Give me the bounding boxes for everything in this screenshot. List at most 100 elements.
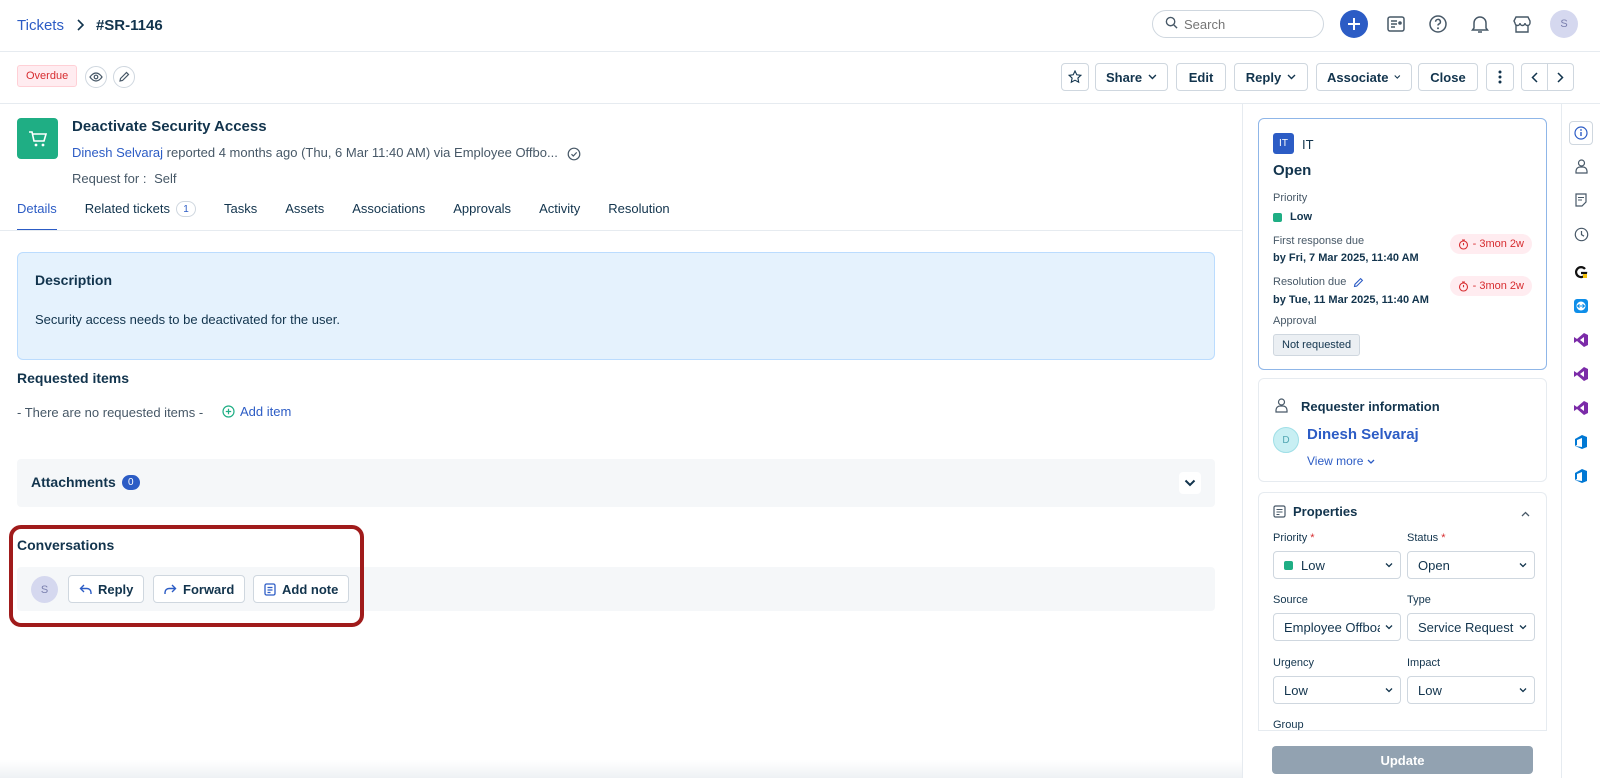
associate-label: Associate xyxy=(1327,69,1389,85)
priority-select[interactable]: Low xyxy=(1273,551,1401,579)
apps-store-icon[interactable] xyxy=(1508,10,1536,38)
tab-assets[interactable]: Assets xyxy=(285,201,324,230)
conversations-highlight-box xyxy=(9,525,364,627)
tab-label: Related tickets xyxy=(84,201,171,216)
type-select[interactable]: Service Request xyxy=(1407,613,1535,641)
tab-resolution[interactable]: Resolution xyxy=(608,201,669,230)
add-item-label: Add item xyxy=(240,404,292,419)
attachments-count-badge: 0 xyxy=(122,475,140,490)
chevron-left-icon xyxy=(1531,71,1538,83)
tab-tasks[interactable]: Tasks xyxy=(224,201,257,230)
tab-label: Tasks xyxy=(224,201,258,216)
tab-associations[interactable]: Associations xyxy=(352,201,425,230)
chevron-down-icon xyxy=(1385,563,1393,568)
close-ticket-button[interactable]: Close xyxy=(1418,63,1478,91)
properties-icon xyxy=(1273,505,1286,518)
description-panel: Description Security access needs to be … xyxy=(17,252,1215,360)
azure-devops-icon[interactable] xyxy=(1571,432,1591,452)
add-item-link[interactable]: Add item xyxy=(222,404,291,419)
chevron-down-icon xyxy=(1385,625,1393,630)
attachments-panel[interactable]: Attachments 0 xyxy=(17,459,1215,507)
source-field-label: Source xyxy=(1273,594,1308,606)
urgency-select[interactable]: Low xyxy=(1273,676,1401,704)
tab-label: Approvals xyxy=(453,201,512,216)
required-star: * xyxy=(1310,532,1315,544)
chevron-right-icon xyxy=(76,18,85,34)
timer-icon xyxy=(1458,238,1468,250)
azure-devops-icon[interactable] xyxy=(1571,466,1591,486)
clock-icon[interactable] xyxy=(1571,224,1591,244)
watch-icon[interactable] xyxy=(85,66,107,88)
share-button[interactable]: Share xyxy=(1095,63,1168,91)
requester-avatar: D xyxy=(1273,427,1299,453)
visual-studio-icon[interactable] xyxy=(1571,364,1591,384)
priority-field-label: Priority * xyxy=(1273,532,1315,544)
priority-value: Low xyxy=(1273,211,1312,223)
chevron-down-icon xyxy=(1394,75,1401,79)
reply-dropdown-button[interactable]: Reply xyxy=(1234,63,1308,91)
info-icon[interactable] xyxy=(1569,121,1593,145)
view-more-label: View more xyxy=(1307,454,1364,468)
edit-pencil-icon[interactable] xyxy=(113,66,135,88)
tabs-divider xyxy=(0,230,1242,231)
priority-field-text: Priority xyxy=(1273,532,1308,544)
contact-icon[interactable] xyxy=(1571,156,1591,176)
next-ticket-button[interactable] xyxy=(1547,63,1574,91)
first-response-late-text: - 3mon 2w xyxy=(1472,238,1524,250)
edit-button[interactable]: Edit xyxy=(1176,63,1226,91)
request-for: Request for : Self xyxy=(72,171,176,186)
tab-approvals[interactable]: Approvals xyxy=(453,201,511,230)
chevron-down-icon[interactable] xyxy=(1179,472,1201,494)
column-divider xyxy=(1242,104,1243,778)
plus-icon[interactable] xyxy=(1340,10,1368,38)
view-more-link[interactable]: View more xyxy=(1307,454,1375,468)
plus-circle-icon xyxy=(222,405,235,418)
group-name: IT xyxy=(1302,137,1314,152)
approval-label: Approval xyxy=(1273,315,1317,327)
impact-field-label: Impact xyxy=(1407,657,1441,669)
tab-related-tickets[interactable]: Related tickets 1 xyxy=(84,201,197,230)
breadcrumb-tickets-link[interactable]: Tickets xyxy=(17,17,64,34)
ticket-title: Deactivate Security Access xyxy=(72,118,267,135)
visual-studio-icon[interactable] xyxy=(1571,330,1591,350)
tab-activity[interactable]: Activity xyxy=(539,201,580,230)
chevron-down-icon xyxy=(1368,459,1375,464)
notes-icon[interactable] xyxy=(1571,190,1591,210)
previous-ticket-button[interactable] xyxy=(1521,63,1548,91)
edit-pencil-icon[interactable] xyxy=(1353,277,1364,288)
star-button[interactable] xyxy=(1061,63,1089,91)
help-icon[interactable] xyxy=(1424,10,1452,38)
visual-studio-icon[interactable] xyxy=(1571,398,1591,418)
tab-details[interactable]: Details xyxy=(17,201,57,231)
search-icon xyxy=(1165,16,1178,32)
status-select[interactable]: Open xyxy=(1407,551,1535,579)
chevron-right-icon xyxy=(1557,71,1564,83)
user-avatar[interactable]: S xyxy=(1550,10,1578,38)
source-select[interactable]: Employee Offboarding xyxy=(1273,613,1401,641)
share-label: Share xyxy=(1106,69,1143,85)
bell-icon[interactable] xyxy=(1466,10,1494,38)
requester-name-link[interactable]: Dinesh Selvaraj xyxy=(1307,426,1419,443)
approval-status-badge: Not requested xyxy=(1273,334,1361,356)
impact-select[interactable]: Low xyxy=(1407,676,1535,704)
teamviewer-icon[interactable] xyxy=(1571,296,1591,316)
star-icon xyxy=(1068,70,1082,84)
ticket-reported-text: reported 4 months ago (Thu, 6 Mar 11:40 … xyxy=(166,145,558,160)
attachments-heading: Attachments xyxy=(31,474,116,490)
requester-link[interactable]: Dinesh Selvaraj xyxy=(72,145,163,160)
requester-info-heading: Requester information xyxy=(1301,399,1440,414)
chevron-down-icon xyxy=(1148,74,1157,80)
tab-label: Activity xyxy=(539,201,581,216)
associate-button[interactable]: Associate xyxy=(1316,63,1412,91)
more-options-button[interactable] xyxy=(1486,63,1514,91)
search-box[interactable] xyxy=(1152,10,1324,38)
update-button[interactable]: Update xyxy=(1272,746,1533,774)
ticket-meta: Dinesh Selvaraj reported 4 months ago (T… xyxy=(72,145,581,161)
agent-directory-icon[interactable] xyxy=(1382,10,1410,38)
chevron-up-icon[interactable] xyxy=(1521,505,1530,520)
kebab-icon xyxy=(1498,70,1502,84)
app-g-icon[interactable] xyxy=(1571,262,1591,282)
resolution-overdue-badge: - 3mon 2w xyxy=(1449,276,1532,296)
overdue-badge: Overdue xyxy=(17,65,78,87)
search-input[interactable] xyxy=(1184,16,1304,32)
